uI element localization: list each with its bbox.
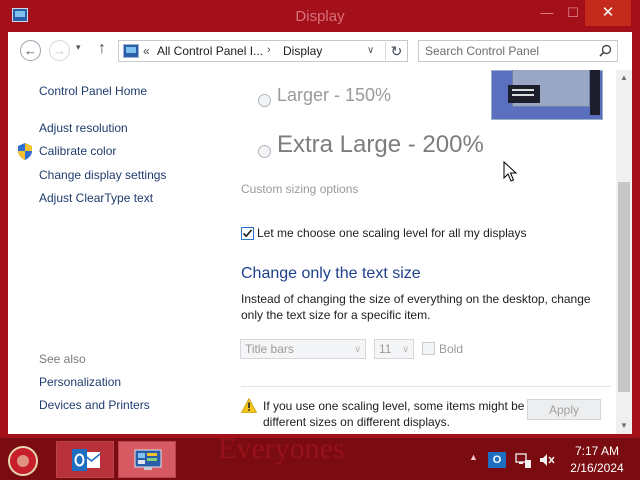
apply-button[interactable]: Apply [527, 399, 601, 420]
personalization-link[interactable]: Personalization [39, 375, 121, 389]
wallpaper-text: Everyones [218, 432, 345, 465]
refresh-button[interactable]: ↻ [385, 42, 407, 60]
window-client-area: ← → ▾ ↑ « All Control Panel I... › Displ… [8, 32, 632, 434]
larger-150-radio[interactable] [258, 94, 271, 107]
display-preview-image [491, 70, 603, 120]
calibrate-color-link[interactable]: Calibrate color [39, 144, 116, 158]
recent-locations-dropdown[interactable]: ▾ [76, 42, 81, 53]
uac-shield-icon [18, 143, 32, 160]
maximize-button[interactable]: ☐ [563, 0, 583, 26]
warning-icon [241, 398, 257, 413]
vertical-scrollbar[interactable]: ▲ ▼ [616, 70, 632, 434]
font-size-select[interactable]: 11 ∨ [374, 339, 414, 359]
volume-muted-icon[interactable] [538, 451, 556, 469]
display-window: Display — ☐ ✕ ← → ▾ ↑ « All Control Pane… [0, 0, 640, 438]
text-size-description: Instead of changing the size of everythi… [241, 292, 591, 322]
text-item-select[interactable]: Title bars ∨ [240, 339, 366, 359]
breadcrumb-all-control-panel[interactable]: All Control Panel I... [157, 44, 263, 58]
text-item-value: Title bars [245, 342, 294, 356]
checkmark-icon [242, 229, 253, 238]
control-panel-home-link[interactable]: Control Panel Home [39, 84, 147, 98]
tray-outlook-icon[interactable]: O [488, 452, 506, 468]
search-input[interactable] [425, 43, 595, 59]
see-also-heading: See also [39, 352, 86, 366]
control-panel-icon [134, 449, 162, 470]
one-scaling-level-checkbox[interactable] [241, 227, 254, 240]
scaling-warning-text: If you use one scaling level, some items… [263, 399, 525, 429]
scrollbar-thumb[interactable] [618, 182, 630, 392]
outlook-icon [72, 449, 101, 471]
breadcrumb-display[interactable]: Display [283, 44, 322, 58]
search-box[interactable] [418, 40, 618, 62]
one-scaling-level-label[interactable]: Let me choose one scaling level for all … [257, 226, 526, 240]
bold-label[interactable]: Bold [439, 342, 463, 356]
divider [241, 386, 611, 387]
chevron-down-icon: ∨ [402, 344, 409, 354]
address-bar[interactable]: « All Control Panel I... › Display ∨ ↻ [118, 40, 408, 62]
control-panel-icon [123, 44, 139, 58]
up-button[interactable]: ↑ [98, 40, 106, 58]
scroll-down-arrow[interactable]: ▼ [616, 418, 632, 434]
taskbar-control-panel-button[interactable] [118, 441, 176, 478]
adjust-resolution-link[interactable]: Adjust resolution [39, 121, 128, 135]
address-overflow-chevron[interactable]: « [143, 44, 150, 58]
start-button[interactable] [8, 446, 38, 476]
taskbar: Everyones ▲ O 7:17 AM 2/16/2024 [0, 432, 640, 480]
back-button[interactable]: ← [20, 40, 41, 61]
change-display-settings-link[interactable]: Change display settings [39, 168, 166, 182]
network-icon[interactable] [514, 451, 532, 469]
custom-sizing-options-link[interactable]: Custom sizing options [241, 182, 358, 196]
devices-and-printers-link[interactable]: Devices and Printers [39, 398, 150, 412]
chevron-down-icon: ∨ [354, 344, 361, 354]
extra-large-200-label: Extra Large - 200% [277, 131, 484, 158]
scroll-up-arrow[interactable]: ▲ [616, 70, 632, 86]
clock-date[interactable]: 2/16/2024 [560, 461, 634, 475]
main-content: Larger - 150% Extra Large - 200% Custom … [218, 70, 618, 434]
navigation-bar: ← → ▾ ↑ « All Control Panel I... › Displ… [8, 32, 632, 70]
forward-button[interactable]: → [49, 40, 70, 61]
search-icon[interactable] [599, 44, 612, 57]
close-button[interactable]: ✕ [585, 0, 631, 26]
clock-time[interactable]: 7:17 AM [560, 444, 634, 458]
address-dropdown[interactable]: ∨ [367, 45, 374, 56]
taskbar-outlook-button[interactable] [56, 441, 114, 478]
font-size-value: 11 [379, 342, 392, 356]
larger-150-label: Larger - 150% [277, 85, 392, 105]
left-task-pane: Control Panel Home Adjust resolution Cal… [8, 70, 218, 434]
minimize-button[interactable]: — [537, 0, 557, 26]
title-bar[interactable]: Display — ☐ ✕ [0, 0, 640, 32]
text-size-section-title: Change only the text size [241, 265, 421, 282]
tray-overflow-button[interactable]: ▲ [469, 452, 478, 462]
mouse-cursor-icon [503, 161, 517, 182]
breadcrumb-separator[interactable]: › [267, 44, 271, 56]
extra-large-200-radio[interactable] [258, 145, 271, 158]
adjust-cleartype-link[interactable]: Adjust ClearType text [39, 191, 153, 205]
bold-checkbox[interactable] [422, 342, 435, 355]
